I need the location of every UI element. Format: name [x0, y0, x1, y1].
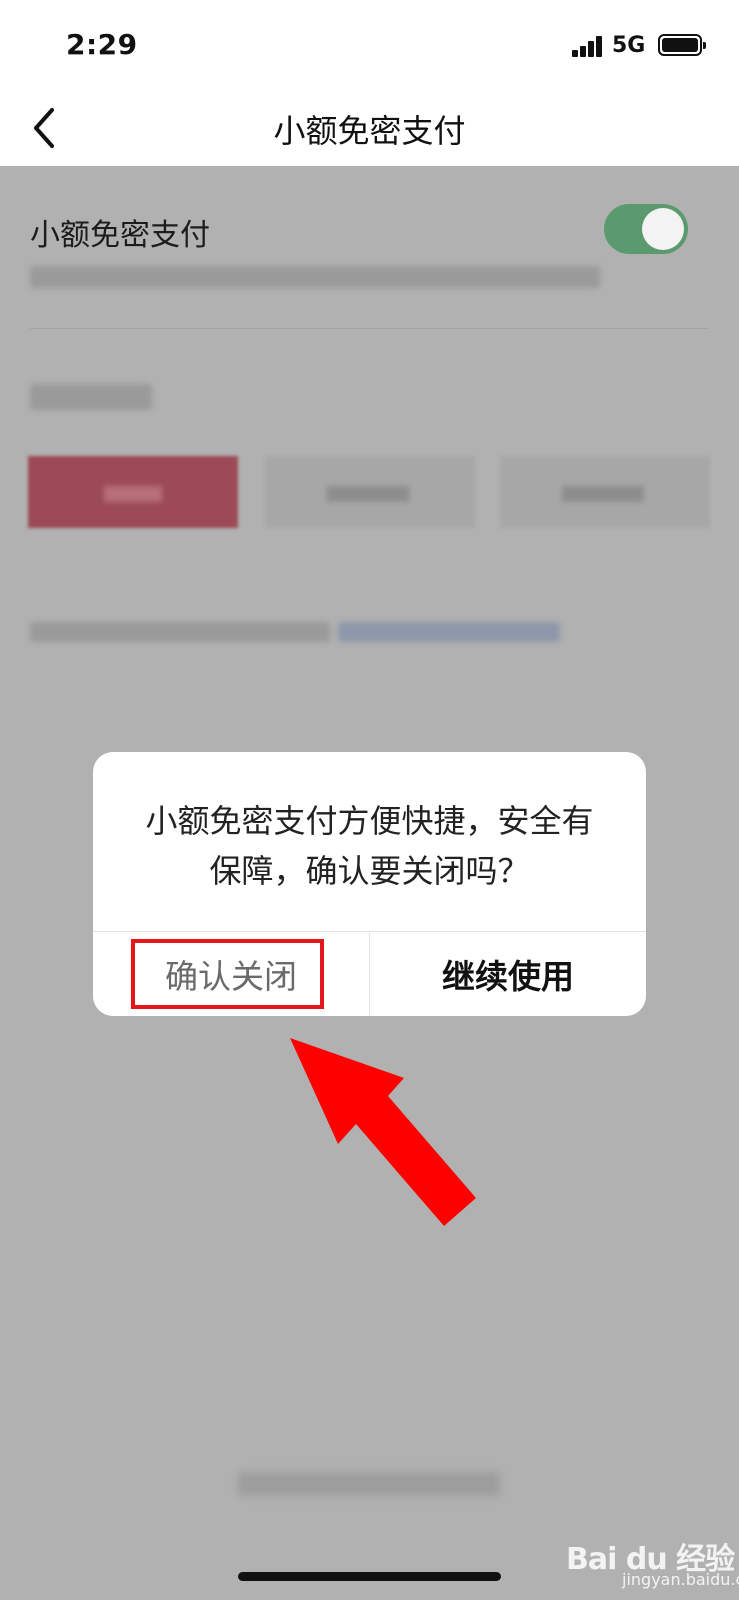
status-bar: 2:29 5G — [0, 0, 739, 92]
amount-option-selected[interactable] — [28, 456, 238, 528]
page-title: 小额免密支付 — [273, 112, 466, 150]
amount-option[interactable] — [500, 456, 710, 528]
blurred-link — [338, 622, 560, 642]
red-arrow-icon — [290, 1038, 476, 1226]
battery-icon — [658, 34, 706, 56]
home-indicator — [238, 1572, 501, 1581]
highlight-box — [131, 939, 324, 1009]
dialog-message: 小额免密支付方便快捷，安全有保障，确认要关闭吗？ — [145, 802, 594, 890]
toggle-knob — [642, 208, 684, 250]
blurred-description — [30, 266, 600, 288]
nav-bar: 小额免密支付 — [0, 92, 739, 166]
blurred-note — [30, 622, 330, 642]
setting-row-label: 小额免密支付 — [30, 218, 210, 253]
watermark-url: jingyan.baidu.com — [622, 1570, 739, 1589]
continue-use-button[interactable]: 继续使用 — [370, 932, 646, 1016]
toggle-switch[interactable] — [604, 204, 688, 254]
blurred-section-title — [30, 384, 152, 410]
amount-option[interactable] — [265, 456, 475, 528]
status-time: 2:29 — [66, 28, 138, 61]
network-label: 5G — [612, 33, 646, 58]
blurred-footer-text — [238, 1472, 500, 1496]
divider — [30, 328, 709, 329]
signal-icon — [572, 35, 604, 57]
